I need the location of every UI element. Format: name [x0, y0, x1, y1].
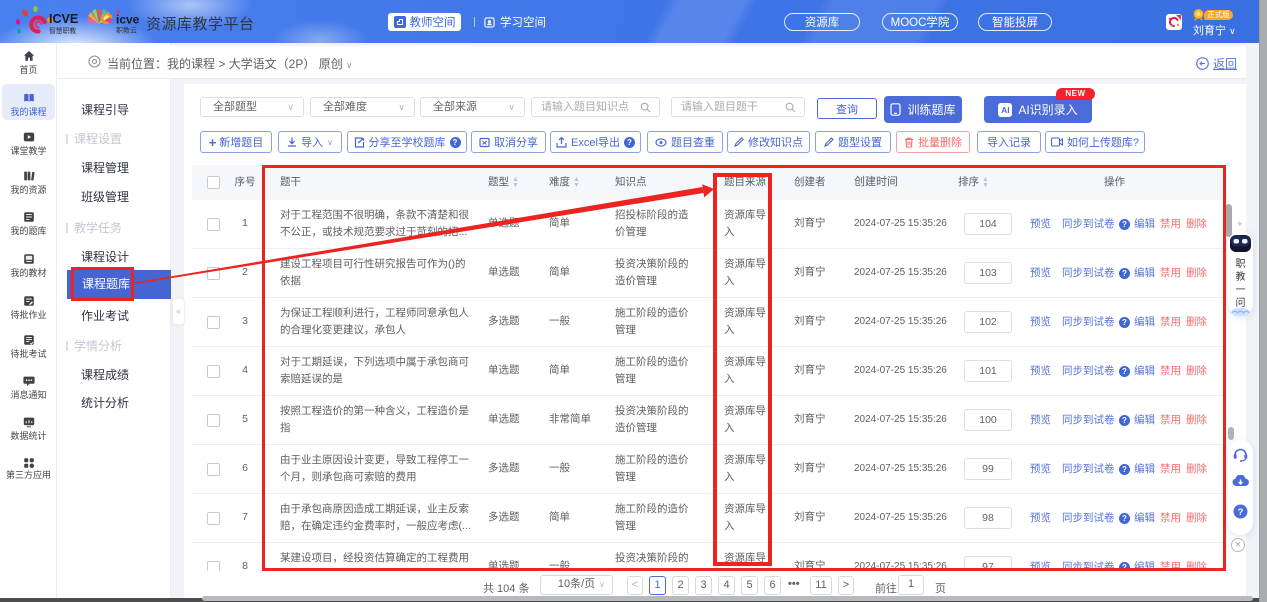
svg-text:ICVE: ICVE	[49, 12, 78, 26]
svg-text:智慧职教: 智慧职教	[49, 26, 76, 35]
svg-text:icve: icve	[116, 13, 140, 27]
svg-text:职教云: 职教云	[116, 26, 137, 35]
svg-text:?: ?	[1238, 507, 1244, 518]
